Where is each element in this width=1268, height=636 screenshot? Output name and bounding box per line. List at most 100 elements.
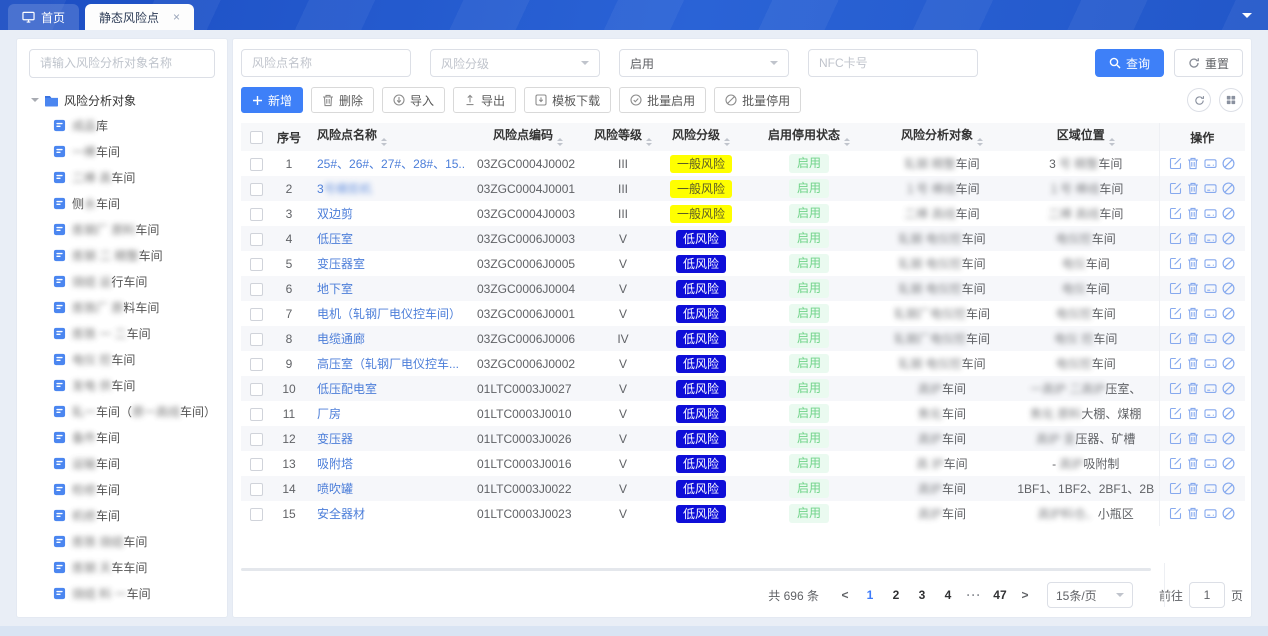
risk-point-link[interactable]: 地下室 [317,282,353,296]
header-code[interactable]: 风险点编码 [465,123,591,151]
page-number[interactable]: 4 [935,588,961,602]
nfc-card-icon[interactable] [1204,457,1217,470]
edit-icon[interactable] [1169,282,1182,295]
edit-icon[interactable] [1169,457,1182,470]
page-number[interactable]: 2 [883,588,909,602]
edit-icon[interactable] [1169,482,1182,495]
delete-icon[interactable] [1187,407,1199,420]
sort-icon[interactable] [381,135,387,149]
tree-item[interactable]: 烧结 料 一车间 [29,581,215,607]
disable-icon[interactable] [1222,282,1235,295]
risk-point-link[interactable]: 喷吹罐 [317,482,353,496]
risk-point-name-input[interactable] [241,49,411,77]
tab-static-risk-points[interactable]: 静态风险点 × [85,4,194,30]
edit-icon[interactable] [1169,307,1182,320]
delete-icon[interactable] [1187,432,1199,445]
edit-icon[interactable] [1169,432,1182,445]
sort-icon[interactable] [646,135,652,149]
goto-page-input[interactable] [1189,582,1225,608]
nfc-card-input[interactable] [808,49,978,77]
disable-icon[interactable] [1222,357,1235,370]
risk-point-link[interactable]: 吸附塔 [317,457,353,471]
nfc-card-icon[interactable] [1204,382,1217,395]
batch-enable-button[interactable]: 批量启用 [619,87,706,113]
disable-icon[interactable] [1222,407,1235,420]
risk-point-link[interactable]: 电缆通廊 [317,332,365,346]
edit-icon[interactable] [1169,332,1182,345]
row-checkbox[interactable] [250,358,263,371]
tree-item[interactable]: 检修车间 [29,477,215,503]
page-number[interactable]: 47 [987,588,1013,602]
tree-item[interactable]: 成品库 [29,113,215,139]
prev-page-button[interactable]: < [833,588,857,602]
row-checkbox[interactable] [250,233,263,246]
delete-icon[interactable] [1187,157,1199,170]
disable-icon[interactable] [1222,482,1235,495]
delete-icon[interactable] [1187,332,1199,345]
header-name[interactable]: 风险点名称 [307,123,465,151]
row-checkbox[interactable] [250,208,263,221]
header-level[interactable]: 风险等级 [591,123,655,151]
tree-item[interactable]: 二棒 高车间 [29,165,215,191]
sort-icon[interactable] [844,135,850,149]
select-all-checkbox[interactable] [250,131,263,144]
tree-item[interactable]: 炼钢 二 精整车间 [29,243,215,269]
nfc-card-icon[interactable] [1204,357,1217,370]
delete-icon[interactable] [1187,457,1199,470]
delete-icon[interactable] [1187,482,1199,495]
edit-icon[interactable] [1169,207,1182,220]
disable-icon[interactable] [1222,257,1235,270]
delete-icon[interactable] [1187,207,1199,220]
disable-icon[interactable] [1222,507,1235,520]
header-status[interactable]: 启用停用状态 [747,123,871,151]
tab-home[interactable]: 首页 [8,4,79,30]
tree-item[interactable]: 烧结 运行车间 [29,269,215,295]
disable-icon[interactable] [1222,457,1235,470]
export-button[interactable]: 导出 [453,87,516,113]
edit-icon[interactable] [1169,157,1182,170]
nfc-card-icon[interactable] [1204,207,1217,220]
risk-point-link[interactable]: 变压器室 [317,257,365,271]
row-checkbox[interactable] [250,283,263,296]
row-checkbox[interactable] [250,383,263,396]
tree-item[interactable]: 轧一车间（原一高线车间） [29,399,215,425]
tree-item[interactable]: 炼钢厂 原料车间 [29,217,215,243]
nfc-card-icon[interactable] [1204,507,1217,520]
tree-item[interactable]: 炼铁 一 二车间 [29,321,215,347]
row-checkbox[interactable] [250,408,263,421]
edit-icon[interactable] [1169,232,1182,245]
delete-icon[interactable] [1187,357,1199,370]
tree-item[interactable]: 炼铁 烧结车间 [29,529,215,555]
row-checkbox[interactable] [250,333,263,346]
enable-status-select[interactable]: 启用 [619,49,789,77]
risk-point-link[interactable]: 25#、26#、27#、28#、15... [317,157,465,171]
nfc-card-icon[interactable] [1204,307,1217,320]
edit-icon[interactable] [1169,507,1182,520]
tree-root[interactable]: 风险分析对象 [31,92,215,109]
tree-expand-caret-icon[interactable] [31,98,39,106]
nfc-card-icon[interactable] [1204,282,1217,295]
disable-icon[interactable] [1222,382,1235,395]
delete-icon[interactable] [1187,232,1199,245]
horizontal-scrollbar[interactable] [241,568,1151,571]
sort-icon[interactable] [977,135,983,149]
page-number[interactable]: 3 [909,588,935,602]
risk-point-link[interactable]: 安全器材 [317,507,365,521]
tab-close-icon[interactable]: × [173,11,180,23]
risk-point-link[interactable]: 3号横剪机 [317,182,372,196]
nfc-card-icon[interactable] [1204,332,1217,345]
page-size-select[interactable]: 15条/页 [1047,582,1133,608]
reset-button[interactable]: 重置 [1174,49,1243,77]
header-object[interactable]: 风险分析对象 [871,123,1013,151]
disable-icon[interactable] [1222,432,1235,445]
disable-icon[interactable] [1222,232,1235,245]
header-grade[interactable]: 风险分级 [655,123,747,151]
import-button[interactable]: 导入 [382,87,445,113]
nfc-card-icon[interactable] [1204,182,1217,195]
tree-item[interactable]: 运输车间 [29,451,215,477]
tree-item[interactable]: 侧水车间 [29,191,215,217]
tree-item[interactable]: 机修车间 [29,503,215,529]
page-ellipsis[interactable]: ··· [961,588,987,602]
topbar-caret-icon[interactable] [1242,13,1252,23]
page-number[interactable]: 1 [857,588,883,602]
